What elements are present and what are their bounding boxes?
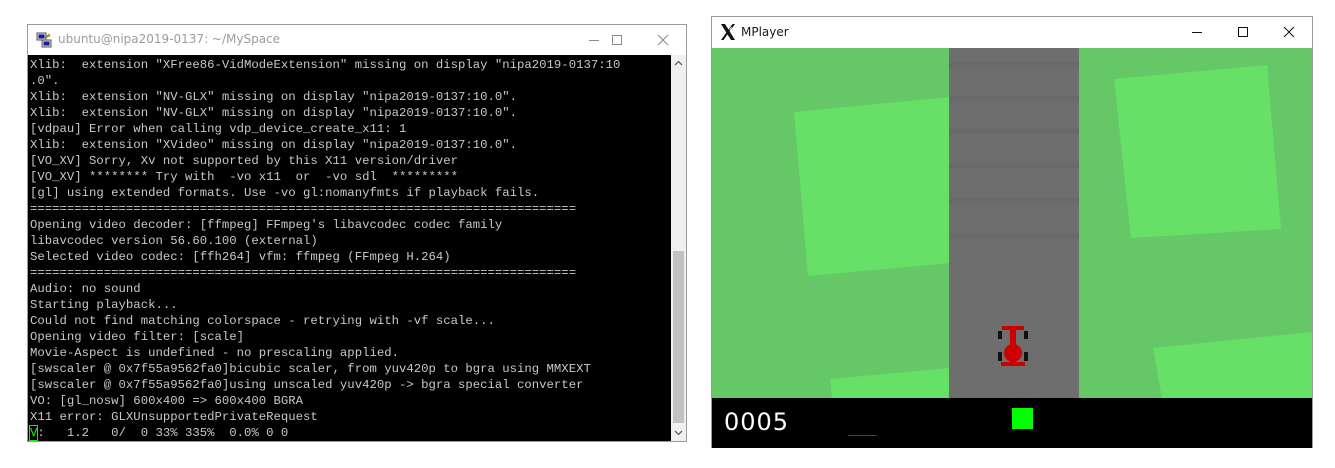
terminal-text: Xlib: extension "XFree86-VidModeExtensio… [28,57,621,441]
mplayer-titlebar[interactable]: MPlayer [712,17,1312,48]
terminal-line: [vdpau] Error when calling vdp_device_cr… [30,122,407,136]
putty-icon[interactable] [36,32,52,48]
terminal-line: ========================================… [30,202,577,216]
terminal-line: Opening video decoder: [ffmpeg] FFmpeg's… [30,218,503,232]
terminal-output[interactable]: Xlib: extension "XFree86-VidModeExtensio… [28,55,671,441]
grass-patch [1114,65,1281,238]
score-counter: 0005 [724,408,790,436]
scroll-thumb[interactable] [673,251,684,423]
hud-underline [848,435,877,436]
close-icon [657,34,669,46]
terminal-window: ubuntu@nipa2019-0137: ~/MySpace Xlib: ex… [27,24,687,442]
terminal-scrollbar[interactable] [671,55,686,441]
chevron-down-icon [674,430,683,436]
terminal-line: libavcodec version 56.60.100 (external) [30,234,318,248]
terminal-line: [gl] using extended formats. Use -vo gl:… [30,186,540,200]
terminal-close-button[interactable] [640,25,686,55]
terminal-line: Xlib: extension "XVideo" missing on disp… [30,138,518,152]
terminal-line: [VO_XV] ******** Try with -vo x11 or -vo… [30,170,459,184]
mplayer-window: MPlayer 0005 [711,16,1313,448]
scroll-up-button[interactable] [671,55,686,71]
game-scene [712,48,1312,448]
terminal-line: [swscaler @ 0x7f55a9562fa0]using unscale… [30,378,584,392]
terminal-line: Audio: no sound [30,282,141,296]
terminal-line: .0". [30,74,60,88]
mplayer-maximize-button[interactable] [1220,17,1266,47]
mplayer-minimize-button[interactable] [1174,17,1220,47]
terminal-line: Selected video codec: [ffh264] vfm: ffmp… [30,250,451,264]
x-logo-icon [720,23,736,41]
terminal-title: ubuntu@nipa2019-0137: ~/MySpace [58,32,281,46]
minimize-icon [1192,32,1202,33]
terminal-line: Opening video filter: [scale] [30,330,245,344]
status-indicator [1012,408,1033,429]
grass-patch [794,97,950,276]
terminal-maximize-button[interactable] [594,25,640,55]
maximize-icon [612,35,622,45]
terminal-line: Xlib: extension "NV-GLX" missing on disp… [30,106,518,120]
terminal-line: VO: [gl_nosw] 600x400 => 600x400 BGRA [30,394,304,408]
maximize-icon [1238,27,1248,37]
mplayer-close-button[interactable] [1266,17,1312,47]
video-frame[interactable]: 0005 [712,48,1312,448]
terminal-line: Starting playback... [30,298,178,312]
terminal-line: X11 error: GLXUnsupportedPrivateRequest [30,410,318,424]
terminal-status-line: V: 1.2 0/ 0 33% 335% 0.0% 0 0 [28,425,620,441]
scroll-down-button[interactable] [671,425,686,441]
terminal-line: Xlib: extension "XFree86-VidModeExtensio… [30,58,621,72]
terminal-line: [swscaler @ 0x7f55a9562fa0]bicubic scale… [30,362,591,376]
mplayer-title: MPlayer [741,25,789,39]
close-icon [1283,26,1295,38]
terminal-line: ========================================… [30,266,577,280]
terminal-line: Could not find matching colorspace - ret… [30,314,495,328]
terminal-status-text: : 1.2 0/ 0 33% 335% 0.0% 0 0 [37,426,289,440]
chevron-up-icon [674,60,683,66]
game-hud: 0005 [712,398,1312,448]
terminal-line: Xlib: extension "NV-GLX" missing on disp… [30,90,518,104]
terminal-line: Movie-Aspect is undefined - no prescalin… [30,346,399,360]
terminal-line: [VO_XV] Sorry, Xv not supported by this … [30,154,459,168]
